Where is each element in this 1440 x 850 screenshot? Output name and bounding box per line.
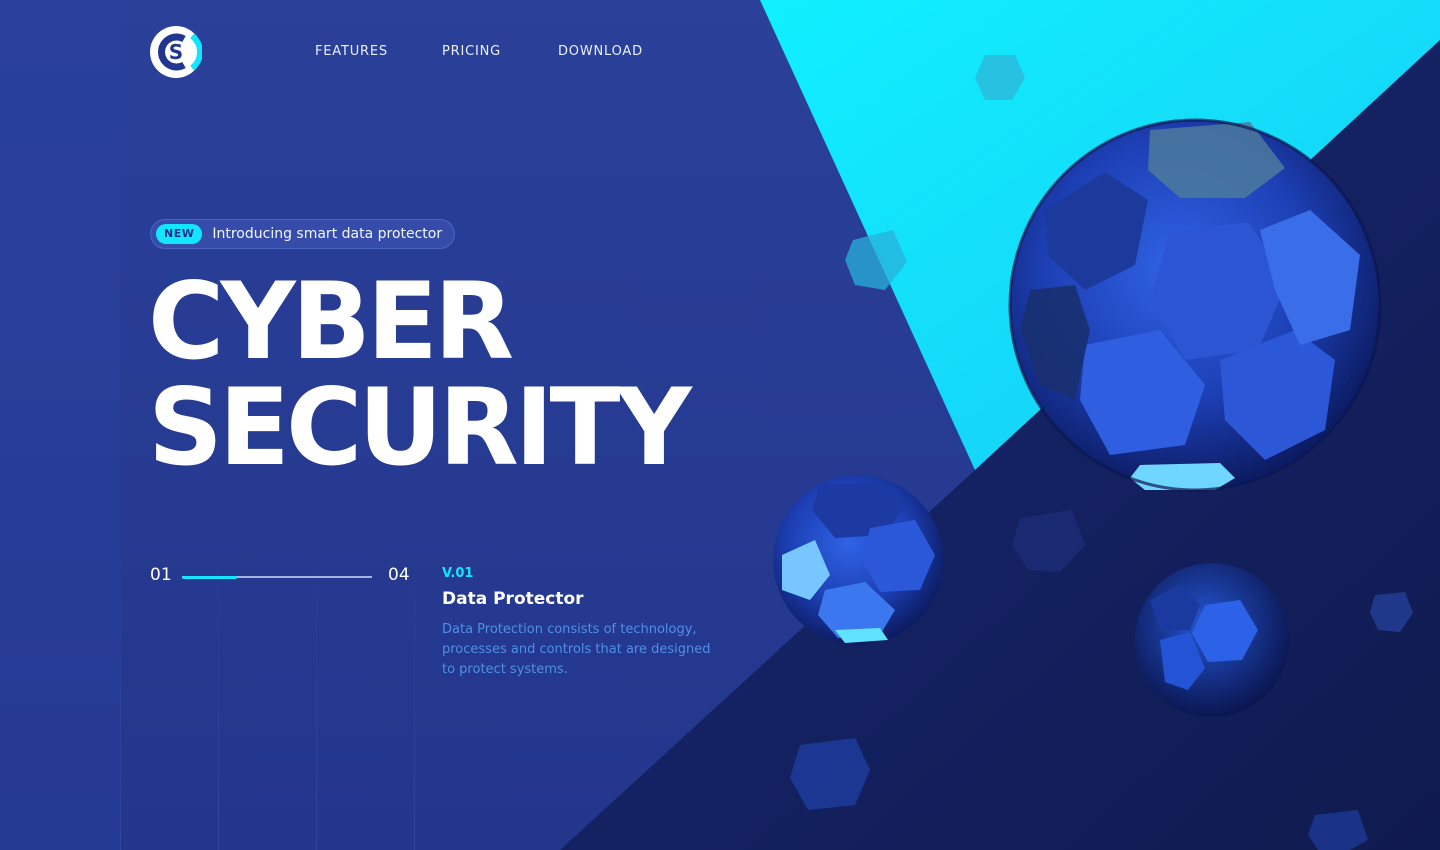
- hero-title-line-1: CYBER: [148, 258, 514, 384]
- nav-features[interactable]: FEATURES: [315, 44, 388, 59]
- grid-line: [414, 520, 415, 850]
- nav-download[interactable]: DOWNLOAD: [558, 44, 643, 59]
- landing-page: S FEATURES PRICING DOWNLOAD NEW Introduc…: [0, 0, 1440, 850]
- feature-version: V.01: [442, 566, 474, 581]
- feature-title: Data Protector: [442, 589, 584, 609]
- cs-monogram-logo-icon: S: [150, 26, 203, 78]
- grid-line: [120, 520, 121, 850]
- svg-text:S: S: [169, 40, 183, 64]
- brand-logo[interactable]: S: [150, 26, 203, 78]
- hero-title: CYBER SECURITY: [148, 258, 692, 490]
- slide-progress-fill: [182, 575, 238, 579]
- hero-title-line-2: SECURITY: [148, 364, 692, 490]
- grid-line: [316, 520, 317, 850]
- announcement-badge[interactable]: NEW Introducing smart data protector: [150, 219, 455, 249]
- new-tag: NEW: [156, 224, 203, 244]
- feature-description: Data Protection consists of technology, …: [442, 622, 711, 677]
- slide-total: 04: [388, 565, 410, 585]
- announcement-text: Introducing smart data protector: [212, 226, 443, 242]
- slide-progress-track[interactable]: [182, 575, 372, 579]
- nav-pricing[interactable]: PRICING: [442, 44, 501, 59]
- slide-current: 01: [150, 565, 172, 585]
- grid-line: [218, 520, 219, 850]
